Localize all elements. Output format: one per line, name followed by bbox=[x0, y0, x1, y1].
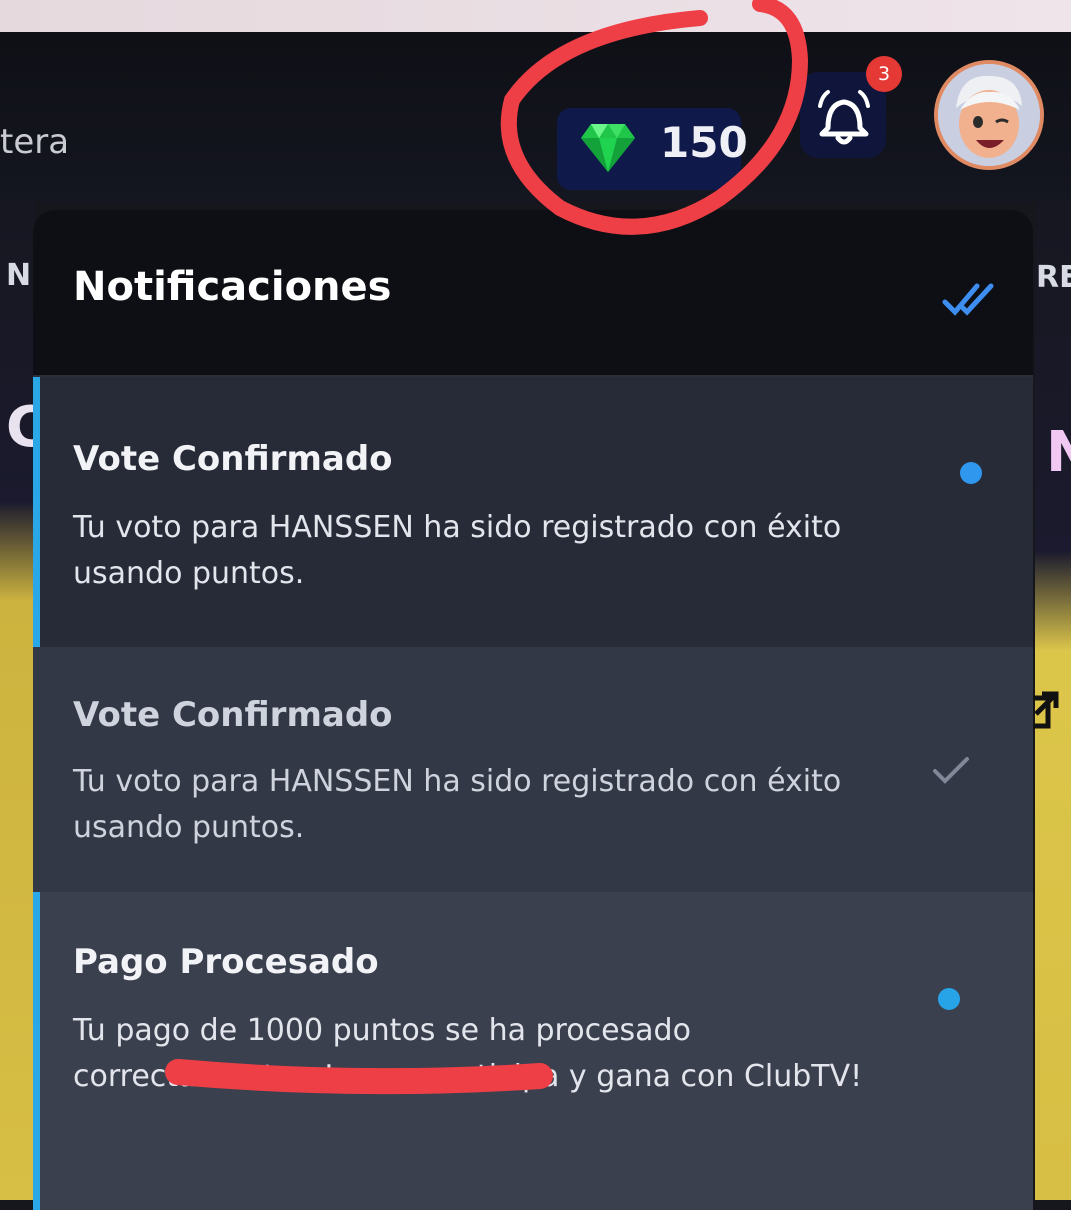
red-annotation-marks bbox=[165, 0, 809, 1095]
